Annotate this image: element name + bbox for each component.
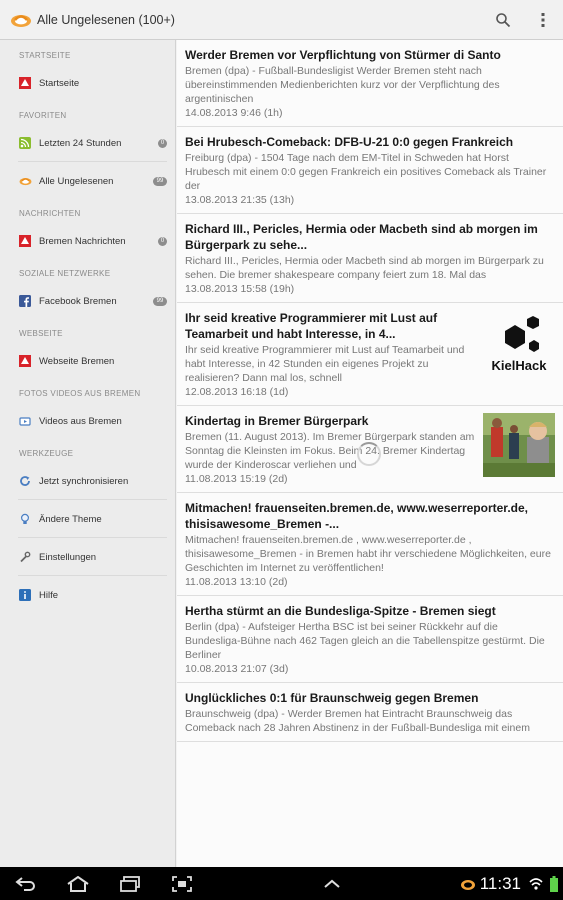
- sidebar-item-label: Videos aus Bremen: [39, 415, 122, 427]
- article-excerpt: Braunschweig (dpa) - Werder Bremen hat E…: [185, 708, 530, 734]
- section-header-soziale-netzwerke: SOZIALE NETZWERKE: [19, 269, 111, 278]
- section-header-nachrichten: NACHRICHTEN: [19, 209, 81, 218]
- sidebar-item-aendere-theme[interactable]: Ändere Theme: [0, 500, 175, 538]
- article-excerpt: Mitmachen! frauenseiten.bremen.de , www.…: [185, 534, 551, 574]
- article-title: Unglückliches 0:1 für Braunschweig gegen…: [185, 691, 479, 705]
- article-excerpt: Richard III., Pericles, Hermia oder Macb…: [185, 255, 544, 281]
- sidebar-item-label: Startseite: [39, 77, 80, 89]
- sidebar-item-letzten-24-stunden[interactable]: Letzten 24 Stunden 0: [0, 124, 175, 162]
- section-header-webseite: WEBSEITE: [19, 329, 63, 338]
- article-date: 14.08.2013 9:46 (1h): [185, 107, 283, 119]
- wrench-icon: [18, 550, 32, 564]
- sidebar-item-bremen-nachrichten[interactable]: Bremen Nachrichten 0: [0, 222, 175, 260]
- article-date: 11.08.2013 13:10 (2d): [185, 576, 288, 588]
- sidebar-item-label: Bremen Nachrichten: [39, 235, 126, 247]
- sidebar-item-videos-aus-bremen[interactable]: Videos aus Bremen: [0, 402, 175, 440]
- article-date: 10.08.2013 21:07 (3d): [185, 663, 289, 675]
- info-icon: [18, 588, 32, 602]
- sidebar-item-label: Webseite Bremen: [39, 355, 115, 367]
- facebook-icon: [18, 294, 32, 308]
- article-title: Hertha stürmt an die Bundesliga-Spitze -…: [185, 604, 496, 618]
- app-logo-icon[interactable]: [9, 10, 33, 30]
- search-icon[interactable]: [483, 0, 523, 40]
- sidebar-item-startseite[interactable]: Startseite: [0, 64, 175, 102]
- bremen-logo-icon: [18, 76, 32, 90]
- sidebar-item-jetzt-synchronisieren[interactable]: Jetzt synchronisieren: [0, 462, 175, 500]
- loading-spinner: [357, 442, 381, 466]
- action-bar: Alle Ungelesenen (100+): [0, 0, 563, 40]
- article-date: 13.08.2013 15:58 (19h): [185, 283, 295, 295]
- section-header-fotos-videos: FOTOS VIDEOS AUS BREMEN: [19, 389, 141, 398]
- list-item[interactable]: Bei Hrubesch-Comeback: DFB-U-21 0:0 gege…: [177, 127, 563, 214]
- page-title[interactable]: Alle Ungelesenen (100+): [37, 13, 175, 27]
- sidebar-item-label: Alle Ungelesenen: [39, 175, 114, 187]
- bremen-logo-icon: [18, 354, 32, 368]
- article-title: Richard III., Pericles, Hermia oder Macb…: [185, 222, 538, 252]
- unread-count-badge: 0: [158, 236, 167, 246]
- section-header-werkzeuge: WERKZEUGE: [19, 449, 74, 458]
- sidebar-item-label: Einstellungen: [39, 551, 97, 563]
- list-item[interactable]: Hertha stürmt an die Bundesliga-Spitze -…: [177, 596, 563, 683]
- sidebar-item-facebook-bremen[interactable]: Facebook Bremen 99: [0, 282, 175, 320]
- overflow-menu-icon[interactable]: [523, 0, 563, 40]
- navigation-drawer: STARTSEITE Startseite FAVORITEN Letzten …: [0, 40, 176, 867]
- video-icon: [18, 414, 32, 428]
- notification-icon[interactable]: [456, 867, 480, 900]
- unread-count-badge: 99: [153, 176, 167, 186]
- unread-count-badge: 99: [153, 296, 167, 306]
- list-item[interactable]: Werder Bremen vor Verpflichtung von Stür…: [177, 40, 563, 127]
- article-title: Mitmachen! frauenseiten.bremen.de, www.w…: [185, 501, 528, 531]
- sidebar-item-webseite-bremen[interactable]: Webseite Bremen: [0, 342, 175, 380]
- system-navigation-bar: 11:31: [0, 867, 563, 900]
- section-header-startseite: STARTSEITE: [19, 51, 71, 60]
- article-excerpt: Freiburg (dpa) - 1504 Tage nach dem EM-T…: [185, 152, 547, 192]
- list-item[interactable]: Richard III., Pericles, Hermia oder Macb…: [177, 214, 563, 303]
- sidebar-item-label: Letzten 24 Stunden: [39, 137, 122, 149]
- sidebar-item-label: Hilfe: [39, 589, 59, 601]
- home-icon[interactable]: [52, 867, 104, 900]
- sidebar-item-alle-ungelesenen[interactable]: Alle Ungelesenen 99: [0, 162, 175, 200]
- thumbnail-caption: KielHack: [492, 358, 548, 373]
- bremen-logo-icon: [18, 234, 32, 248]
- sidebar-item-label: Facebook Bremen: [39, 295, 117, 307]
- article-date: 13.08.2013 21:35 (13h): [185, 194, 295, 206]
- wifi-icon: [527, 867, 545, 900]
- sync-icon: [18, 474, 32, 488]
- kindertag-photo-thumbnail: [483, 413, 555, 477]
- sidebar-item-hilfe[interactable]: Hilfe: [0, 576, 175, 614]
- article-title: Werder Bremen vor Verpflichtung von Stür…: [185, 48, 501, 62]
- article-date: 12.08.2013 16:18 (1d): [185, 386, 289, 398]
- app-logo-icon: [18, 174, 32, 188]
- section-header-favoriten: FAVORITEN: [19, 111, 67, 120]
- article-excerpt: Berlin (dpa) - Aufsteiger Hertha BSC ist…: [185, 621, 545, 661]
- rss-icon: [18, 136, 32, 150]
- battery-icon: [545, 867, 563, 900]
- recent-apps-icon[interactable]: [104, 867, 156, 900]
- back-icon[interactable]: [0, 867, 52, 900]
- up-arrow-icon[interactable]: [317, 867, 347, 900]
- list-item[interactable]: Mitmachen! frauenseiten.bremen.de, www.w…: [177, 493, 563, 596]
- article-excerpt: Bremen (dpa) - Fußball-Bundesligist Werd…: [185, 65, 500, 105]
- sidebar-item-label: Ändere Theme: [39, 513, 102, 525]
- lightbulb-icon: [18, 512, 32, 526]
- sidebar-item-label: Jetzt synchronisieren: [39, 475, 129, 487]
- screenshot-icon[interactable]: [156, 867, 208, 900]
- article-title: Bei Hrubesch-Comeback: DFB-U-21 0:0 gege…: [185, 135, 514, 149]
- kielhack-logo-thumbnail: KielHack: [483, 313, 555, 377]
- list-item[interactable]: Ihr seid kreative Programmierer mit Lust…: [177, 303, 563, 406]
- sidebar-item-einstellungen[interactable]: Einstellungen: [0, 538, 175, 576]
- unread-count-badge: 0: [158, 138, 167, 148]
- clock: 11:31: [479, 873, 521, 893]
- list-item[interactable]: Unglückliches 0:1 für Braunschweig gegen…: [177, 683, 563, 742]
